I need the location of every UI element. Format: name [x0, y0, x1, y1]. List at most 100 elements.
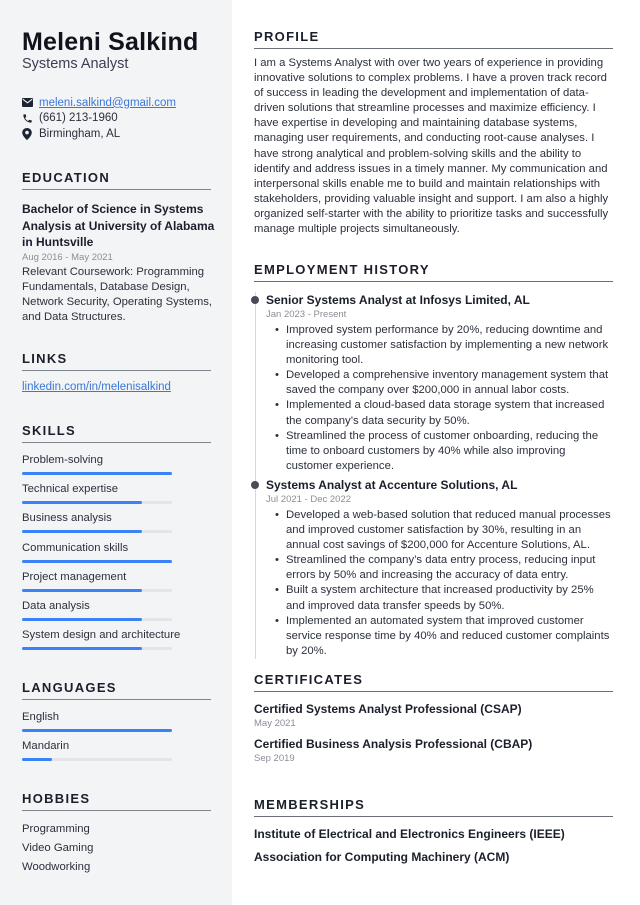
memberships-heading: MEMBERSHIPS — [254, 797, 613, 817]
education-description: Relevant Coursework: Programming Fundame… — [22, 265, 213, 324]
hobby-item: Video Gaming — [22, 842, 94, 854]
hobby-item: Programming — [22, 823, 90, 835]
job-bullets: Developed a web-based solution that redu… — [266, 508, 613, 659]
language-label: English — [22, 711, 60, 723]
certificate-date: May 2021 — [254, 718, 296, 729]
skill-label: Communication skills — [22, 541, 129, 554]
timeline-dot-icon — [251, 480, 259, 489]
skill-label: System design and architecture — [22, 629, 181, 642]
skills-list: Problem-solving Technical expertise Busine… — [22, 453, 181, 657]
skill-label: Business analysis — [22, 512, 112, 525]
skill-item: Data analysis — [22, 599, 172, 628]
skill-item: Problem-solving — [22, 453, 172, 482]
links-heading: LINKS — [22, 351, 211, 371]
skills-heading: SKILLS — [22, 423, 211, 443]
job-bullet: Improved system performance by 20%, redu… — [275, 323, 613, 368]
email-link[interactable]: meleni.salkind@gmail.com — [39, 97, 176, 109]
language-item: English — [22, 710, 172, 739]
skill-item: Communication skills — [22, 541, 172, 570]
job-bullet: Implemented a cloud-based data storage s… — [275, 398, 613, 428]
job-bullets: Improved system performance by 20%, redu… — [266, 323, 613, 474]
language-item: Mandarin — [22, 739, 172, 768]
skill-label: Data analysis — [22, 599, 90, 612]
candidate-name: Meleni Salkind — [22, 28, 199, 56]
job-bullet: Built a system architecture that increas… — [275, 583, 613, 613]
level-bar-fill — [22, 647, 142, 651]
employment-heading: EMPLOYMENT HISTORY — [254, 262, 613, 282]
certificate-entry: Certified Business Analysis Professional… — [254, 736, 613, 766]
contact-location: Birmingham, AL — [22, 126, 176, 142]
membership-item: Association for Computing Machinery (ACM… — [254, 849, 510, 864]
contact-email: meleni.salkind@gmail.com — [22, 95, 176, 111]
languages-list: English Mandarin — [22, 710, 172, 768]
level-bar-fill — [22, 758, 52, 762]
level-bar-track — [22, 758, 172, 762]
employment-section: EMPLOYMENT HISTORY Senior Systems Analys… — [251, 262, 613, 662]
job-bullet: Streamlined the company’s data entry pro… — [275, 553, 613, 583]
education-date: Aug 2016 - May 2021 — [22, 251, 113, 263]
profile-text: I am a Systems Analyst with over two yea… — [254, 57, 609, 236]
skill-item: Technical expertise — [22, 482, 172, 511]
candidate-role: Systems Analyst — [22, 56, 129, 72]
level-bar-fill — [22, 501, 142, 505]
level-bar-track — [22, 501, 172, 505]
employment-timeline: Senior Systems Analyst at Infosys Limite… — [251, 292, 613, 659]
sidebar: Meleni Salkind Systems Analyst meleni.sa… — [0, 0, 232, 905]
level-bar-track — [22, 472, 172, 475]
hobbies-heading: HOBBIES — [22, 791, 211, 811]
level-bar-track — [22, 530, 172, 534]
job-date: Jul 2021 - Dec 2022 — [266, 493, 352, 505]
level-bar-track — [22, 559, 172, 563]
job-title: Senior Systems Analyst at Infosys Limite… — [266, 293, 530, 307]
level-bar-track — [22, 729, 172, 732]
level-bar-fill — [22, 472, 172, 475]
job-bullet: Streamlined the process of customer onbo… — [275, 429, 613, 474]
job-title: Systems Analyst at Accenture Solutions, … — [266, 477, 518, 492]
skill-label: Project management — [22, 570, 127, 583]
linkedin-link[interactable]: linkedin.com/in/melenisalkind — [22, 381, 171, 393]
job-date: Jan 2023 - Present — [266, 309, 347, 320]
level-bar-fill — [22, 729, 172, 732]
certificates-heading: CERTIFICATES — [254, 672, 613, 692]
profile-section: PROFILE I am a Systems Analyst with over… — [254, 29, 613, 237]
profile-heading: PROFILE — [254, 29, 613, 49]
job-entry: Systems Analyst at Accenture Solutions, … — [251, 477, 613, 659]
level-bar-fill — [22, 617, 142, 621]
level-bar-fill — [22, 530, 142, 534]
skill-item: System design and architecture — [22, 628, 181, 657]
education-title: Bachelor of Science in Systems Analysis … — [22, 202, 215, 249]
level-bar-track — [22, 647, 172, 651]
phone-icon — [22, 113, 39, 124]
skill-label: Technical expertise — [22, 483, 119, 496]
job-entry: Senior Systems Analyst at Infosys Limite… — [251, 292, 613, 474]
timeline-dot-icon — [251, 296, 259, 304]
hobbies-list: Programming Video Gaming Woodworking — [22, 820, 93, 877]
level-bar-fill — [22, 559, 172, 563]
contact-details: meleni.salkind@gmail.com (661) 213-1960 … — [22, 95, 176, 142]
location: Birmingham, AL — [39, 127, 121, 140]
memberships-section: MEMBERSHIPS Institute of Electrical and … — [254, 797, 613, 868]
job-bullet: Developed a web-based solution that redu… — [275, 508, 613, 553]
certificates-section: CERTIFICATES Certified Systems Analyst P… — [254, 672, 613, 771]
education-heading: EDUCATION — [22, 170, 211, 190]
skill-item: Business analysis — [22, 511, 172, 540]
contact-phone: (661) 213-1960 — [22, 111, 176, 127]
level-bar-track — [22, 617, 172, 621]
certificate-name: Certified Systems Analyst Professional (… — [254, 702, 522, 716]
job-bullet: Implemented an automated system that imp… — [275, 614, 613, 659]
certificate-date: Sep 2019 — [254, 753, 295, 764]
education-entry: Bachelor of Science in Systems Analysis … — [22, 201, 217, 326]
certificate-name: Certified Business Analysis Professional… — [254, 737, 533, 751]
skill-item: Project management — [22, 570, 172, 599]
certificate-entry: Certified Systems Analyst Professional (… — [254, 701, 613, 731]
skill-label: Problem-solving — [22, 454, 103, 466]
languages-heading: LANGUAGES — [22, 680, 211, 700]
phone-number: (661) 213-1960 — [39, 112, 118, 125]
job-bullet: Developed a comprehensive inventory mana… — [275, 368, 613, 398]
language-label: Mandarin — [22, 740, 70, 753]
envelope-icon — [22, 98, 39, 108]
hobby-item: Woodworking — [22, 861, 91, 873]
map-pin-icon — [22, 127, 39, 140]
membership-item: Institute of Electrical and Electronics … — [254, 827, 565, 841]
level-bar-track — [22, 588, 172, 592]
